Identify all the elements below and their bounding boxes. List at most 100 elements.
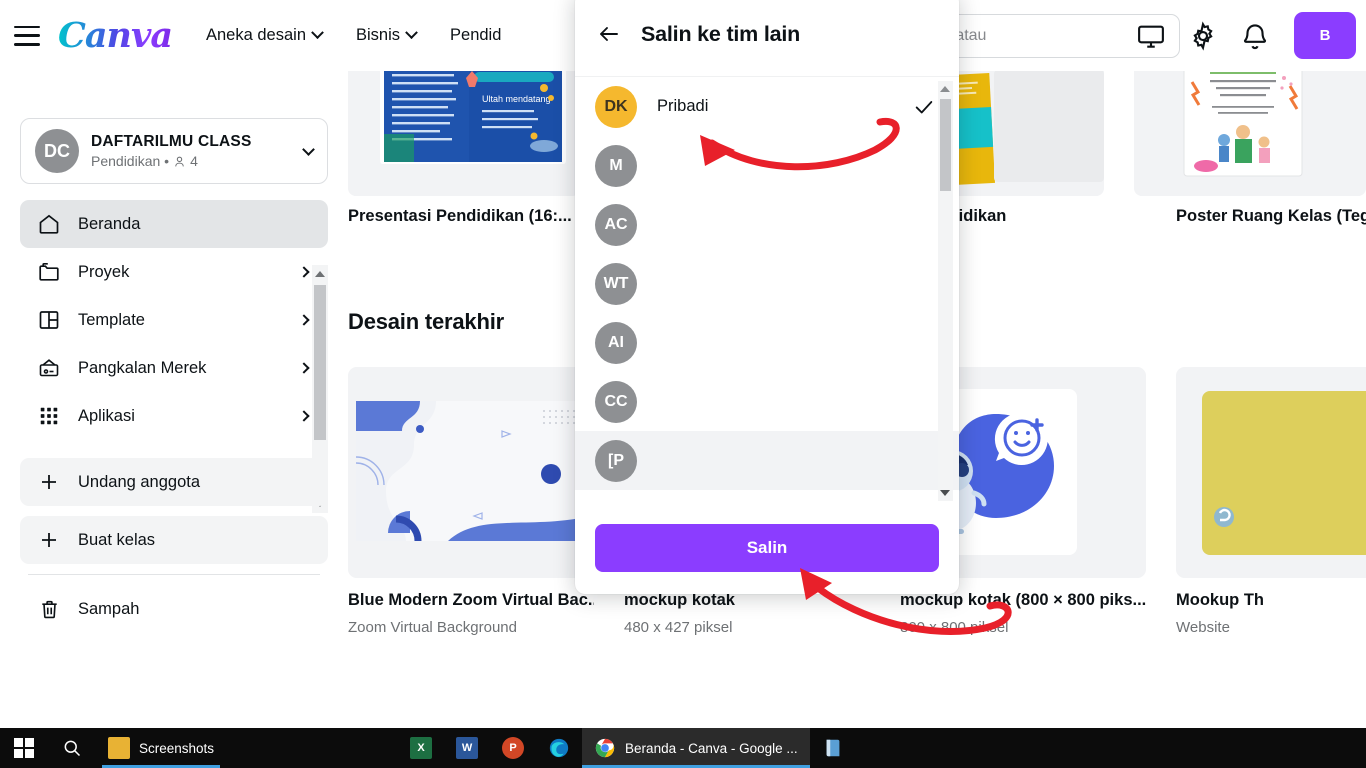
folder-icon <box>108 737 130 759</box>
search-icon[interactable] <box>48 728 96 768</box>
edge-icon <box>549 738 569 758</box>
check-icon <box>915 100 933 113</box>
design-thumbnail <box>1176 367 1366 578</box>
copy-to-team-modal: Salin ke tim lain DK Pribadi M AC WT AI <box>575 0 959 594</box>
taskbar-app-powerpoint[interactable]: P <box>490 728 536 768</box>
team-name: DAFTARILMU CLASS <box>91 133 252 150</box>
nav-item-pendidikan[interactable]: Pendid <box>450 26 501 45</box>
team-list-scrollbar[interactable] <box>938 81 953 501</box>
invite-member-button[interactable]: Undang anggota <box>20 458 328 506</box>
sidebar-item-pangkalan-merek[interactable]: Pangkalan Merek <box>20 344 328 392</box>
design-thumbnail <box>348 367 594 578</box>
team-option-7[interactable]: [P <box>575 431 959 490</box>
chevron-right-icon <box>298 314 310 326</box>
scroll-down-arrow-icon[interactable] <box>940 490 950 496</box>
team-type-label: Pendidikan • <box>91 153 170 169</box>
sidebar-divider <box>28 574 320 575</box>
chevron-down-icon <box>302 142 315 156</box>
taskbar-app-screenshots[interactable]: Screenshots <box>96 728 226 768</box>
nav-item-aneka-desain[interactable]: Aneka desain <box>206 26 324 45</box>
chrome-icon <box>595 738 615 758</box>
template-title[interactable]: Poster Ruang Kelas (Teg <box>1176 207 1366 226</box>
design-card[interactable] <box>348 367 594 578</box>
canva-logo[interactable]: Canva <box>58 18 173 53</box>
home-icon <box>36 211 62 237</box>
taskbar-app-label: Screenshots <box>139 740 215 756</box>
team-avatar: AI <box>595 321 637 364</box>
design-subtitle: Zoom Virtual Background <box>348 619 517 636</box>
create-class-button[interactable]: Buat kelas <box>20 516 328 564</box>
sidebar-item-aplikasi[interactable]: Aplikasi <box>20 392 328 440</box>
top-nav-actions: B <box>1136 0 1366 71</box>
powerpoint-icon: P <box>502 737 525 759</box>
team-avatar: WT <box>595 262 637 305</box>
scroll-up-arrow-icon[interactable] <box>315 271 325 277</box>
back-arrow-icon[interactable] <box>597 22 621 46</box>
section-title-desain-terakhir: Desain terakhir <box>348 309 504 334</box>
svg-text:Ultah mendatang: Ultah mendatang <box>482 94 551 104</box>
design-subtitle: 800 x 800 piksel <box>900 619 1009 636</box>
gear-icon[interactable] <box>1188 20 1218 51</box>
sidebar-nav-list: Beranda Proyek Template Pangkalan Merek … <box>20 200 328 440</box>
windows-start-icon[interactable] <box>0 728 48 768</box>
hamburger-icon[interactable] <box>14 25 40 46</box>
create-design-button[interactable]: B <box>1294 12 1356 59</box>
scroll-up-arrow-icon[interactable] <box>940 86 950 92</box>
template-title[interactable]: Presentasi Pendidikan (16:... <box>348 207 594 226</box>
sidebar-item-label: Proyek <box>78 262 130 281</box>
design-title[interactable]: Blue Modern Zoom Virtual Bac... <box>348 591 594 610</box>
design-label-group: mockup kotak (800 × 800 piks... 800 x 80… <box>900 591 1146 636</box>
sidebar-item-label: Aplikasi <box>78 406 135 425</box>
design-subtitle: 480 x 427 piksel <box>624 619 733 636</box>
sidebar-item-proyek[interactable]: Proyek <box>20 248 328 296</box>
excel-icon: X <box>410 737 433 759</box>
canva-home-screen: Canva Aneka desain Bisnis Pendid di kont… <box>0 0 1366 768</box>
template-thumbnail <box>1134 56 1366 196</box>
design-label-group: Mookup Th Website <box>1176 591 1366 636</box>
bell-icon[interactable] <box>1240 21 1270 51</box>
team-switcher[interactable]: DC DAFTARILMU CLASS Pendidikan • 4 <box>20 118 328 184</box>
team-avatar: M <box>595 144 637 187</box>
taskbar-app-excel[interactable]: X <box>398 728 444 768</box>
team-option-3[interactable]: AC <box>575 195 959 254</box>
design-title[interactable]: Mookup Th <box>1176 591 1366 610</box>
chevron-right-icon <box>298 410 310 422</box>
sidebar-item-template[interactable]: Template <box>20 296 328 344</box>
design-label-group: mockup kotak 480 x 427 piksel <box>624 591 870 636</box>
team-avatar: [P <box>595 439 637 482</box>
sidebar-item-sampah[interactable]: Sampah <box>20 585 328 633</box>
design-card[interactable] <box>1176 367 1366 578</box>
taskbar-app-book[interactable] <box>810 728 856 768</box>
taskbar-app-edge[interactable] <box>536 728 582 768</box>
sidebar-action-label: Undang anggota <box>78 472 201 491</box>
team-avatar: DC <box>35 129 79 173</box>
brand-kit-icon <box>36 355 62 381</box>
sidebar-action-label: Buat kelas <box>78 530 156 549</box>
team-option-5[interactable]: AI <box>575 313 959 372</box>
team-option-2[interactable]: M <box>575 136 959 195</box>
sidebar-item-beranda[interactable]: Beranda <box>20 200 328 248</box>
scrollbar-thumb[interactable] <box>314 285 326 440</box>
salin-confirm-button[interactable]: Salin <box>595 524 939 572</box>
chevron-right-icon <box>298 266 310 278</box>
chevron-right-icon <box>298 362 310 374</box>
template-card[interactable]: Ultah mendatang <box>348 56 580 196</box>
team-avatar: CC <box>595 380 637 423</box>
scrollbar-thumb[interactable] <box>940 99 951 191</box>
team-option-label: Pribadi <box>657 97 709 115</box>
team-option-pribadi[interactable]: DK Pribadi <box>575 77 959 136</box>
team-option-6[interactable]: CC <box>575 372 959 431</box>
nav-label: Aneka desain <box>206 26 306 44</box>
taskbar-app-word[interactable]: W <box>444 728 490 768</box>
team-option-4[interactable]: WT <box>575 254 959 313</box>
nav-item-bisnis[interactable]: Bisnis <box>356 26 418 45</box>
template-card[interactable] <box>1134 56 1366 196</box>
apps-grid-icon <box>36 403 62 429</box>
sidebar-item-label: Sampah <box>78 599 140 618</box>
windows-taskbar: Screenshots X W P Beranda - Canva - Goog… <box>0 728 1366 768</box>
team-member-count: 4 <box>190 153 198 169</box>
monitor-icon[interactable] <box>1136 21 1166 51</box>
design-subtitle: Website <box>1176 619 1230 636</box>
taskbar-app-chrome-canva[interactable]: Beranda - Canva - Google ... <box>582 728 810 768</box>
sidebar-item-label: Pangkalan Merek <box>78 358 207 377</box>
